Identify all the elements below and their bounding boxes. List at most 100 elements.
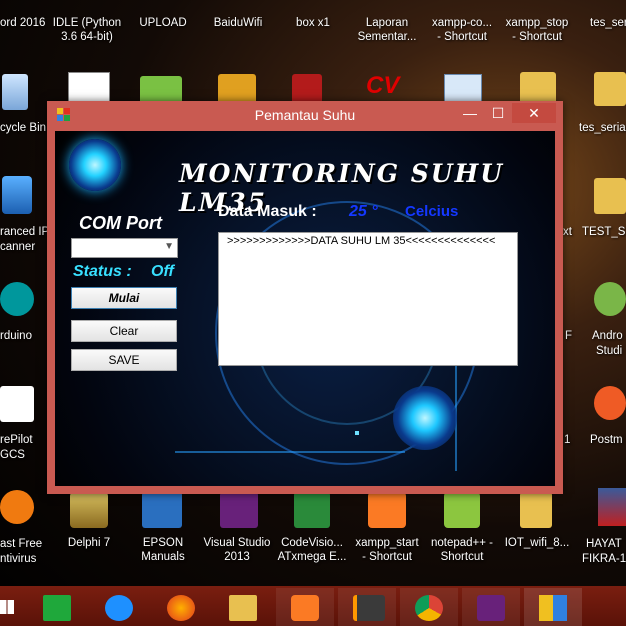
desktop-icon-label: CodeVisio... [281,537,343,549]
sw-app-icon[interactable] [218,74,256,104]
desktop-icon-tes-ser-label[interactable]: tes_ser [590,16,626,30]
taskbar-file-explorer[interactable] [214,588,272,626]
glowing-orb-icon-2 [393,386,457,450]
desktop-icon-visual-studio[interactable]: Visual Studio 2013 [200,536,274,564]
desktop-icon-xt-label: xt [563,226,572,238]
mission-planner-icon[interactable] [0,386,34,422]
xampp-start-icon[interactable] [368,492,406,528]
minimize-button[interactable]: — [456,103,484,123]
android-studio-icon[interactable] [594,282,626,316]
desktop-icon-xampp-start[interactable]: xampp_start - Shortcut [350,536,424,564]
desktop-icon-notepad-plus[interactable]: notepad++ - Shortcut [425,536,499,564]
desktop-icon-epson[interactable]: EPSON Manuals [126,536,200,564]
avast-icon[interactable] [0,490,34,524]
desktop-icon-label: Laporan [365,17,409,29]
desktop-icon-avast-label-2[interactable]: ntivirus [0,552,36,566]
desktop-icon-label: UPLOAD [139,17,187,29]
temperature-unit: Celcius [405,203,459,220]
desktop-icon-delphi[interactable]: Delphi 7 [52,536,126,550]
taskbar-chrome[interactable] [400,588,458,626]
glowing-orb-icon [69,139,121,191]
desktop-icon-tes-serial-label[interactable]: tes_serial [579,121,626,135]
epson-icon[interactable] [142,492,182,528]
desktop-icon-postman-label[interactable]: Postm [590,433,623,447]
desktop-icon-label-2: Sementar... [357,31,417,43]
desktop-icon-upload[interactable]: UPLOAD [126,16,200,30]
desktop-icon-iot-wifi[interactable]: IOT_wifi_8... [500,536,574,550]
iot-wifi-icon[interactable] [520,492,552,528]
data-masuk-label: Data Masuk : [218,203,317,220]
postman-icon[interactable] [594,386,626,420]
recycle-bin-icon[interactable] [2,74,28,110]
desktop-icon-advanced-ip-label-2[interactable]: canner [0,240,35,254]
test-serial-folder-icon[interactable] [594,178,626,214]
desktop-icon-label-2: - Shortcut [512,31,562,43]
desktop-icon-avast-label[interactable]: ast Free [0,537,42,551]
delphi-icon[interactable] [70,492,108,528]
desktop-icon-apm-label[interactable]: rePilot [0,433,33,447]
close-button[interactable]: ✕ [512,103,556,123]
internet-explorer-icon [105,595,133,621]
advanced-ip-scanner-icon[interactable] [2,176,32,214]
desktop-icon-recycle-bin-label[interactable]: cycle Bin [0,121,46,135]
visual-studio-icon[interactable] [220,492,258,528]
maximize-button[interactable]: ☐ [484,103,512,123]
taskbar-visual-studio[interactable] [462,588,520,626]
firefox-icon [167,595,195,621]
chevron-down-icon[interactable]: ▼ [164,241,174,252]
taskbar-store[interactable] [28,588,86,626]
desktop-icon-android-label-2[interactable]: Studi [596,344,622,358]
arduino-folder-icon-2[interactable] [594,72,626,106]
desktop-icon-f-label: F [565,330,573,342]
desktop-icon-xampp-control[interactable]: xampp-co... - Shortcut [425,16,499,44]
photo-icon[interactable] [598,488,626,526]
desktop-icon-label: xampp_stop [505,17,569,29]
desktop-icon-advanced-ip-label[interactable]: ranced IP [0,225,49,239]
clear-button[interactable]: Clear [71,320,177,342]
desktop-icon-label: Delphi 7 [67,537,111,549]
desktop-icon-test-se-label[interactable]: TEST_SE [582,225,626,239]
form-client-area: MONITORING SUHU LM35 COM Port ▼ Status :… [55,131,555,486]
desktop-icon-one-label: 1 [564,434,571,446]
desktop-icon-label: xampp_start [355,537,419,549]
desktop-icon-idle[interactable]: IDLE (Python 3.6 64-bit) [50,16,124,44]
desktop-icon-laporan[interactable]: Laporan Sementar... [350,16,424,44]
title-bar[interactable]: Pemantau Suhu — ☐ ✕ [47,101,563,129]
desktop-icon-label-2: 3.6 64-bit) [61,31,113,43]
desktop-icon-box-x1[interactable]: box x1 [276,16,350,30]
start-button[interactable] [0,588,24,626]
desktop-icon-xampp-stop[interactable]: xampp_stop - Shortcut [500,16,574,44]
flag-app-icon[interactable] [292,74,322,104]
taskbar-pemantau-suhu[interactable] [524,588,582,626]
desktop-icon-hayat-label-2[interactable]: FIKRA-1( [582,552,626,566]
taskbar-xampp[interactable] [276,588,334,626]
chrome-icon [415,595,443,621]
desktop-icon-apm-label-2[interactable]: GCS [0,448,25,462]
desktop-icon-android-label[interactable]: Andro [592,329,623,343]
desktop-icon-label: BaiduWifi [213,17,263,29]
arduino-folder-icon[interactable] [520,72,556,104]
desktop-icon-label-2: - Shortcut [437,31,487,43]
desktop-icon-arduino-label[interactable]: rduino [0,329,32,343]
taskbar-sublime-text[interactable] [338,588,396,626]
desktop-icon-word-label[interactable]: ord 2016 [0,16,45,30]
data-log-textbox[interactable]: >>>>>>>>>>>>>DATA SUHU LM 35<<<<<<<<<<<<… [218,232,518,366]
arduino-icon[interactable] [0,282,34,316]
cv-app-icon[interactable]: CV [366,72,408,99]
status-value: Off [151,263,174,280]
desktop-icon-label: box x1 [296,17,330,29]
codevision-icon[interactable] [294,492,330,528]
store-icon [43,595,71,621]
mulai-button[interactable]: Mulai [71,287,177,309]
green-app-icon[interactable] [140,76,182,104]
desktop-icon-baiduwifi[interactable]: BaiduWifi [201,16,275,30]
notepad-plus-icon[interactable] [444,492,480,528]
desktop-icon-codevision[interactable]: CodeVisio... ATxmega E... [275,536,349,564]
desktop-icon-label-2: Shortcut [440,551,484,563]
save-button[interactable]: SAVE [71,349,177,371]
taskbar-internet-explorer[interactable] [90,588,148,626]
desktop-icon-hayat-label[interactable]: HAYAT [586,537,622,551]
taskbar-firefox[interactable] [152,588,210,626]
com-port-select[interactable]: ▼ [71,238,178,258]
sublime-text-icon [353,595,385,621]
